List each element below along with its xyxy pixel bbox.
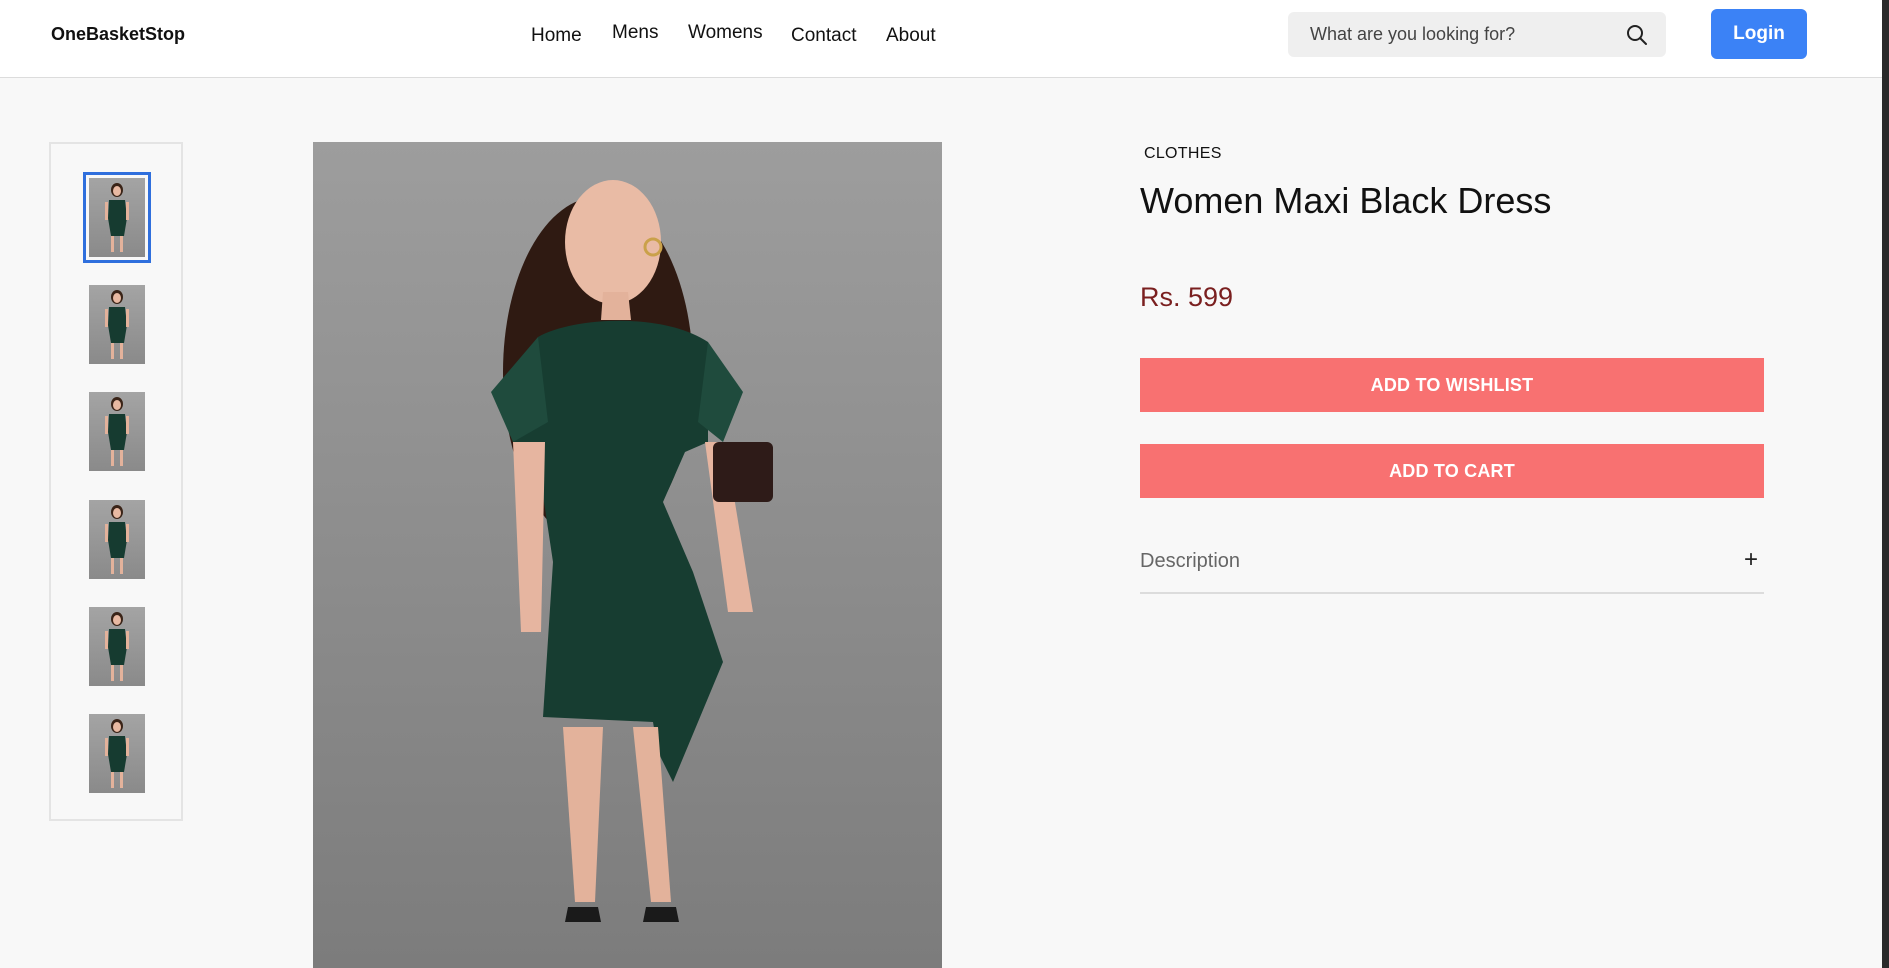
top-navbar: OneBasketStop Home Mens Womens Contact A… — [0, 0, 1889, 78]
thumbnail-2[interactable] — [89, 285, 145, 364]
scrollbar[interactable] — [1882, 0, 1889, 968]
thumbnail-4[interactable] — [89, 500, 145, 579]
add-to-cart-button[interactable]: ADD TO CART — [1140, 444, 1764, 498]
thumbnail-6[interactable] — [89, 714, 145, 793]
nav-contact[interactable]: Contact — [791, 25, 856, 47]
nav-womens[interactable]: Womens — [688, 22, 763, 44]
login-button[interactable]: Login — [1711, 9, 1807, 59]
product-category: CLOTHES — [1144, 145, 1222, 162]
search-input[interactable] — [1288, 12, 1618, 57]
plus-icon[interactable]: + — [1744, 548, 1758, 572]
product-main-image[interactable] — [313, 142, 942, 968]
product-price: Rs. 599 — [1140, 282, 1234, 312]
description-accordion[interactable]: Description + — [1140, 538, 1764, 594]
add-to-wishlist-button[interactable]: ADD TO WISHLIST — [1140, 358, 1764, 412]
description-label: Description — [1140, 550, 1241, 572]
thumbnail-strip — [49, 142, 183, 821]
thumbnail-3[interactable] — [89, 392, 145, 471]
nav-about[interactable]: About — [886, 25, 936, 47]
search-icon[interactable] — [1626, 24, 1648, 46]
brand-logo[interactable]: OneBasketStop — [51, 24, 185, 45]
search-box — [1288, 12, 1666, 57]
nav-home[interactable]: Home — [531, 25, 582, 47]
product-title: Women Maxi Black Dress — [1140, 180, 1552, 221]
model-illustration — [491, 180, 773, 922]
thumbnail-1[interactable] — [83, 172, 151, 263]
thumbnail-5[interactable] — [89, 607, 145, 686]
nav-mens[interactable]: Mens — [612, 22, 658, 44]
